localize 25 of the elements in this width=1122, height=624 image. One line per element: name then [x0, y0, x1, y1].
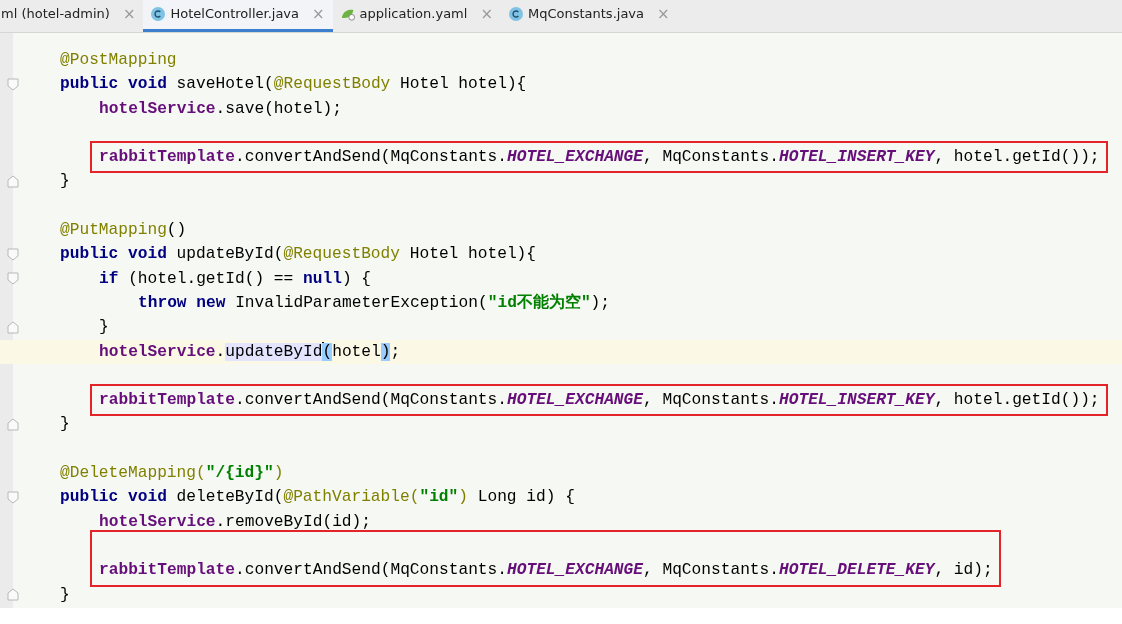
code-line: @PostMapping: [60, 51, 177, 69]
editor-tab[interactable]: MqConstants.java ×: [500, 0, 678, 32]
code-line: hotelService.removeById(id);: [99, 512, 371, 531]
class-icon: [151, 7, 166, 21]
code-line: throw new InvalidParameterException("id不能为空");: [138, 293, 611, 312]
editor-tab[interactable]: ml (hotel-admin) ×: [0, 0, 144, 32]
code-line: }: [60, 585, 70, 604]
code-line: public void updateById(@RequestBody Hotel hotel){: [60, 245, 537, 264]
code-line: if (hotel.getId() == null) {: [99, 269, 372, 288]
editor-tab[interactable]: HotelController.java ×: [143, 0, 333, 32]
code-line: }: [60, 172, 70, 191]
code-line: public void deleteById(@PathVariable("id") Long id) {: [60, 488, 575, 507]
editor-tab[interactable]: application.yaml ×: [332, 0, 501, 32]
leaf-icon: [340, 7, 355, 21]
class-icon: [508, 7, 523, 21]
code-line: rabbitTemplate.convertAndSend(MqConstants.HOTEL_EXCHANGE, MqConstants.HOTEL_INSERT_KEY, hotel.getId());: [99, 391, 1100, 410]
code-line: hotelService.save(hotel);: [99, 99, 342, 118]
code-line: rabbitTemplate.convertAndSend(MqConstants.HOTEL_EXCHANGE, MqConstants.HOTEL_INSERT_KEY, hotel.getId());: [99, 148, 1100, 167]
code-line: }: [99, 318, 109, 337]
code-line: hotelService.updateById(hotel);: [99, 342, 401, 361]
code-line: rabbitTemplate.convertAndSend(MqConstants.HOTEL_EXCHANGE, MqConstants.HOTEL_DELETE_KEY, id);: [99, 561, 993, 580]
code-line: public void saveHotel(@RequestBody Hotel hotel){: [60, 75, 527, 94]
code-line: }: [60, 415, 70, 434]
code-line: @PutMapping(): [60, 221, 187, 240]
code-line: @DeleteMapping("/{id}"): [60, 464, 284, 483]
